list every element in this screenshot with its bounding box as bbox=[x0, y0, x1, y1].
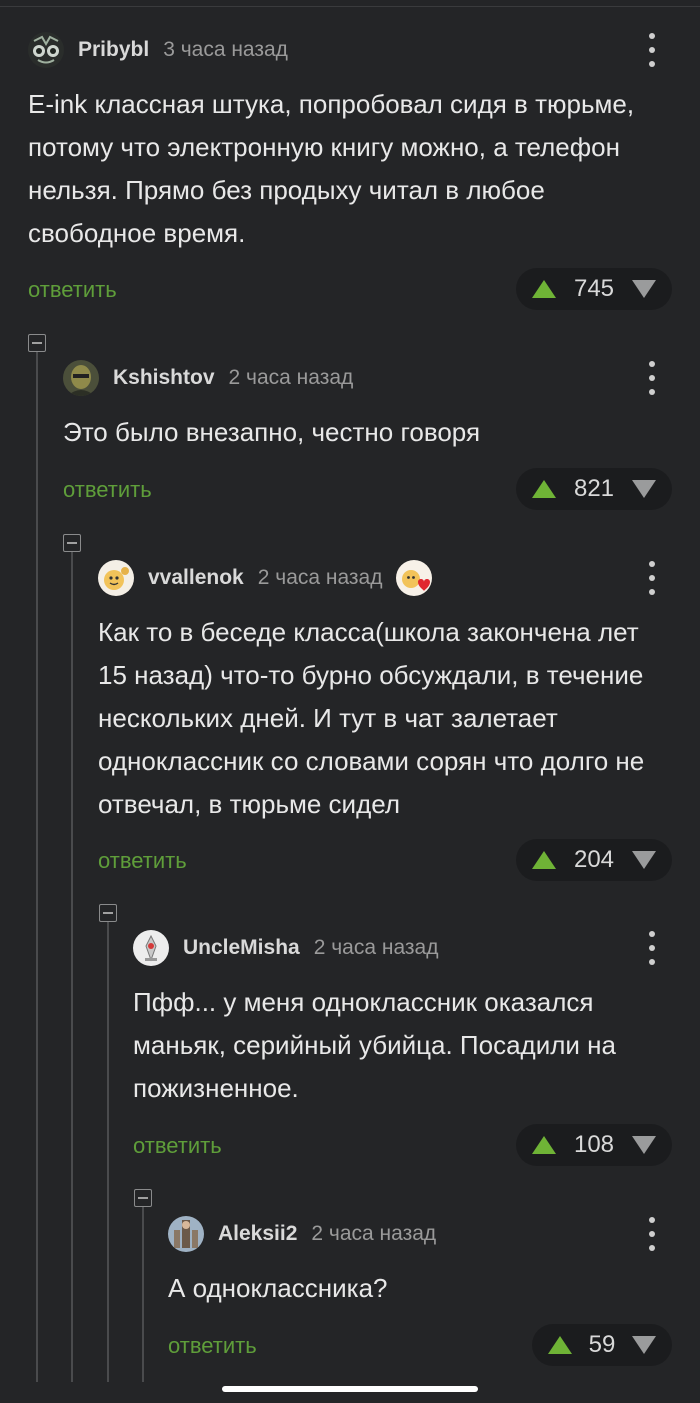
thread-line bbox=[142, 1207, 144, 1382]
comment-text: А одноклассника? bbox=[168, 1273, 388, 1303]
more-vertical-icon[interactable] bbox=[642, 33, 662, 67]
vote-control: 821 bbox=[516, 468, 672, 510]
more-vertical-icon[interactable] bbox=[642, 931, 662, 965]
thread-line bbox=[36, 352, 38, 1382]
arrow-down-icon[interactable] bbox=[631, 851, 656, 869]
author-name[interactable]: vvallenok bbox=[148, 566, 244, 590]
comment-time: 2 часа назад bbox=[228, 366, 354, 389]
comment-header: UncleMisha 2 часа назад bbox=[133, 930, 438, 966]
comment-text: Это было внезапно, честно говоря bbox=[63, 417, 481, 447]
comment-time: 2 часа назад bbox=[313, 936, 439, 959]
comment-time: 3 часа назад bbox=[163, 38, 288, 61]
collapse-button[interactable] bbox=[63, 534, 81, 552]
thread-line bbox=[107, 922, 109, 1382]
arrow-up-icon[interactable] bbox=[532, 1136, 556, 1154]
avatar[interactable] bbox=[133, 930, 169, 966]
comment-header: Pribybl 3 часа назад bbox=[28, 32, 288, 68]
author-name[interactable]: Kshishtov bbox=[113, 366, 215, 390]
arrow-down-icon[interactable] bbox=[631, 480, 656, 498]
comment: Pribybl 3 часа назад E-ink классная штук… bbox=[28, 32, 672, 312]
arrow-down-icon[interactable] bbox=[631, 1336, 656, 1354]
top-divider bbox=[0, 6, 700, 7]
avatar[interactable] bbox=[28, 32, 64, 68]
comment-text: Как то в беседе класса(школа закончена л… bbox=[98, 617, 645, 819]
reply-link[interactable]: ответить bbox=[28, 277, 117, 303]
score: 204 bbox=[573, 846, 615, 873]
vote-control: 108 bbox=[516, 1124, 672, 1166]
comment: Kshishtov 2 часа назад Это было внезапно… bbox=[63, 360, 672, 512]
comment-time: 2 часа назад bbox=[257, 566, 383, 589]
more-vertical-icon[interactable] bbox=[642, 1217, 662, 1251]
more-vertical-icon[interactable] bbox=[642, 561, 662, 595]
more-vertical-icon[interactable] bbox=[642, 361, 662, 395]
vote-control: 59 bbox=[532, 1324, 672, 1366]
comment-time: 2 часа назад bbox=[311, 1222, 437, 1245]
vote-control: 204 bbox=[516, 839, 672, 881]
arrow-down-icon[interactable] bbox=[631, 280, 656, 298]
avatar[interactable] bbox=[98, 560, 134, 596]
comment-text: Пфф... у меня одноклассник оказался мань… bbox=[133, 987, 616, 1103]
heart-badge-icon bbox=[396, 560, 433, 596]
comment: Aleksii2 2 часа назад А одноклассника? о… bbox=[168, 1216, 672, 1366]
comment-header: vvallenok 2 часа назад bbox=[98, 560, 433, 596]
author-name[interactable]: Pribybl bbox=[78, 38, 149, 62]
score: 745 bbox=[573, 275, 615, 302]
author-name[interactable]: Aleksii2 bbox=[218, 1222, 297, 1246]
reply-link[interactable]: ответить bbox=[168, 1333, 257, 1359]
arrow-down-icon[interactable] bbox=[631, 1136, 656, 1154]
comment-header: Kshishtov 2 часа назад bbox=[63, 360, 353, 396]
avatar[interactable] bbox=[63, 360, 99, 396]
avatar[interactable] bbox=[168, 1216, 204, 1252]
comment-header: Aleksii2 2 часа назад bbox=[168, 1216, 436, 1252]
vote-control: 745 bbox=[516, 268, 672, 310]
reply-link[interactable]: ответить bbox=[63, 477, 152, 503]
comment: UncleMisha 2 часа назад Пфф... у меня од… bbox=[133, 930, 672, 1167]
score: 108 bbox=[573, 1131, 615, 1158]
collapse-button[interactable] bbox=[28, 334, 46, 352]
reply-link[interactable]: ответить bbox=[133, 1133, 222, 1159]
score: 821 bbox=[573, 475, 615, 502]
arrow-up-icon[interactable] bbox=[532, 280, 556, 298]
arrow-up-icon[interactable] bbox=[532, 480, 556, 498]
collapse-button[interactable] bbox=[99, 904, 117, 922]
comment-text: E-ink классная штука, попробовал сидя в … bbox=[28, 89, 635, 248]
home-indicator[interactable] bbox=[222, 1386, 478, 1392]
thread-line bbox=[71, 552, 73, 1382]
arrow-up-icon[interactable] bbox=[532, 851, 556, 869]
score: 59 bbox=[588, 1331, 616, 1358]
comment: vvallenok 2 часа назад Как то в беседе к… bbox=[98, 560, 672, 882]
collapse-button[interactable] bbox=[134, 1189, 152, 1207]
arrow-up-icon[interactable] bbox=[548, 1336, 572, 1354]
reply-link[interactable]: ответить bbox=[98, 848, 187, 874]
author-name[interactable]: UncleMisha bbox=[183, 936, 300, 960]
